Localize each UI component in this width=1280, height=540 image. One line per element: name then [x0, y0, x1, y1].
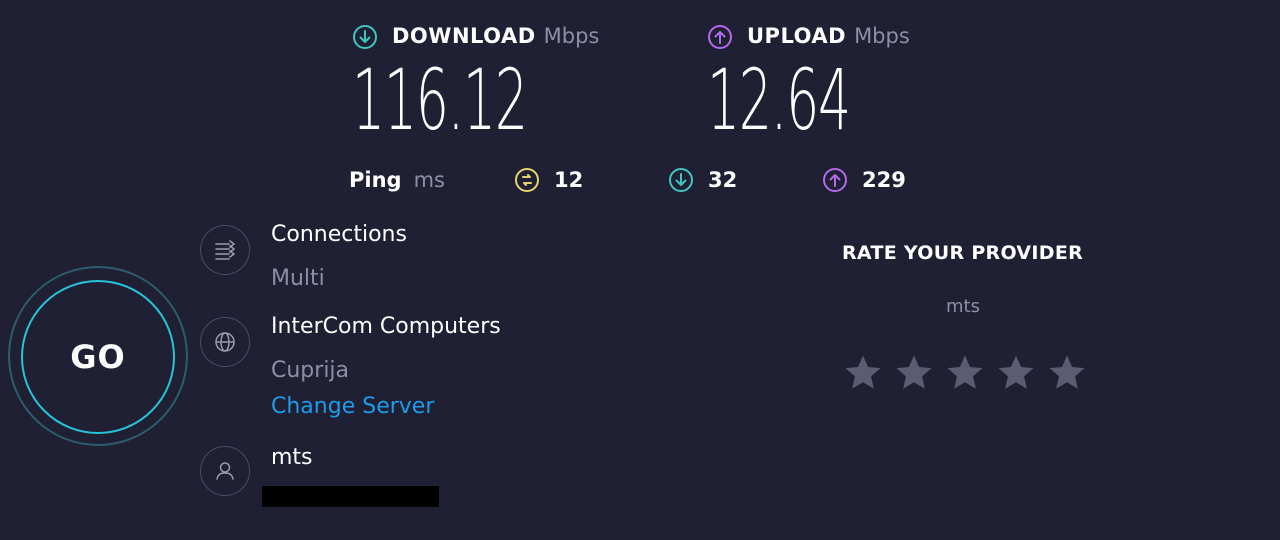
- download-arrow-icon: [352, 24, 377, 49]
- ping-label: Ping: [349, 168, 402, 192]
- upload-ping-value: 229: [862, 168, 906, 192]
- download-ping-value: 32: [708, 168, 738, 192]
- upload-unit: Mbps: [854, 24, 910, 48]
- upload-ping: 229: [822, 162, 906, 198]
- upload-ping-icon: [822, 167, 848, 193]
- download-speed-value: 116.12: [352, 51, 528, 149]
- idle-ping-icon: [514, 167, 540, 193]
- upload-speed-value: 12.64: [707, 51, 851, 149]
- upload-header: UPLOAD Mbps: [707, 18, 937, 54]
- upload-label: UPLOAD: [747, 24, 847, 48]
- server-name: InterCom Computers: [271, 314, 501, 339]
- ping-unit: ms: [413, 168, 445, 192]
- connections-icon: [200, 225, 250, 275]
- globe-icon: [200, 317, 250, 367]
- idle-ping: 12: [514, 162, 583, 198]
- rate-provider-title: RATE YOUR PROVIDER: [842, 242, 1084, 264]
- idle-ping-value: 12: [554, 168, 584, 192]
- star-2-icon[interactable]: [893, 352, 935, 394]
- star-rating: [842, 352, 1097, 394]
- connections-title: Connections: [271, 222, 407, 247]
- upload-arrow-icon: [707, 24, 732, 49]
- star-4-icon[interactable]: [995, 352, 1037, 394]
- download-header: DOWNLOAD Mbps: [352, 18, 634, 54]
- star-5-icon[interactable]: [1046, 352, 1088, 394]
- provider-name: mts: [271, 445, 313, 470]
- ping-row: Ping ms 12 32 229: [349, 162, 906, 198]
- rate-provider-isp: mts: [946, 296, 980, 317]
- connections-value: Multi: [271, 266, 325, 291]
- star-1-icon[interactable]: [842, 352, 884, 394]
- download-unit: Mbps: [543, 24, 600, 48]
- redacted-ip-address: [262, 486, 439, 507]
- upload-result: UPLOAD Mbps 12.64: [707, 18, 937, 142]
- speedtest-results-page: DOWNLOAD Mbps 116.12 UPLOAD Mbps 12.64 P…: [0, 0, 1280, 540]
- download-result: DOWNLOAD Mbps 116.12: [352, 18, 634, 142]
- download-ping: 32: [668, 162, 737, 198]
- star-3-icon[interactable]: [944, 352, 986, 394]
- server-location: Cuprija: [271, 358, 350, 383]
- user-icon: [200, 446, 250, 496]
- download-ping-icon: [668, 167, 694, 193]
- go-button[interactable]: GO: [21, 280, 175, 434]
- change-server-link[interactable]: Change Server: [271, 394, 434, 419]
- go-button-label: GO: [70, 338, 126, 376]
- download-label: DOWNLOAD: [392, 24, 536, 48]
